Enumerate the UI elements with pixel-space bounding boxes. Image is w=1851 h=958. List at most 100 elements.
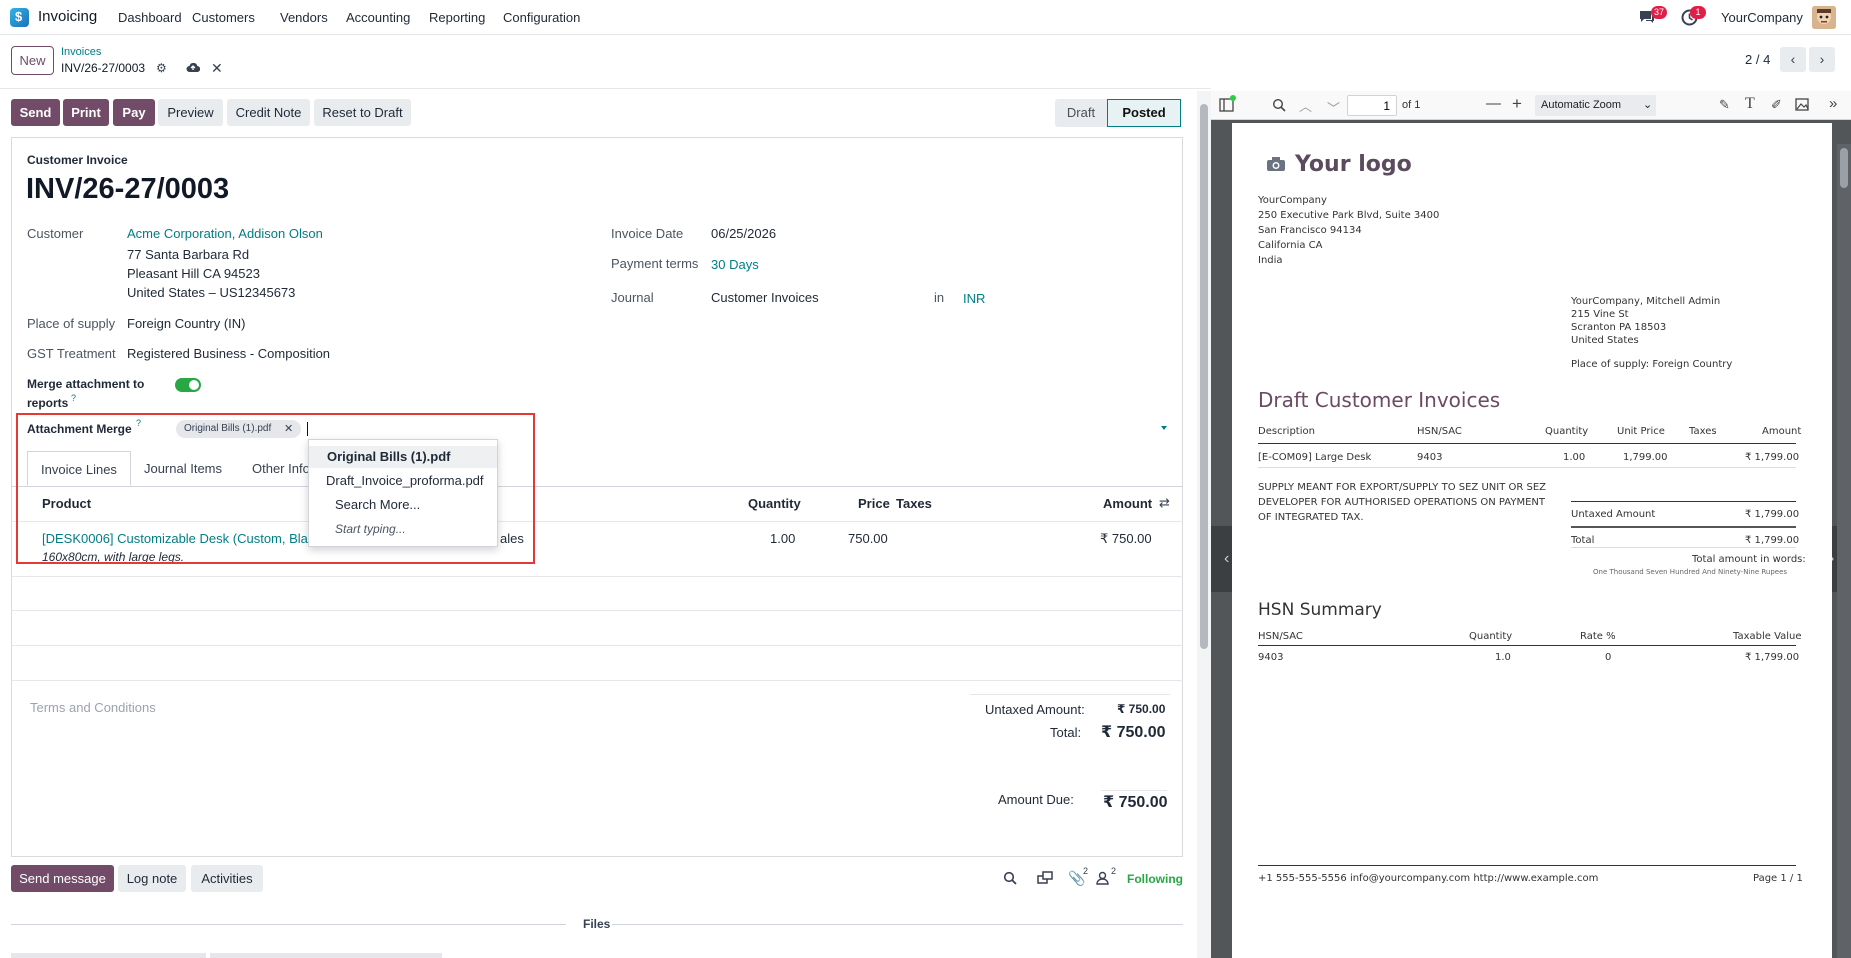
merge-attachment-label-2: reports: [27, 396, 69, 410]
user-avatar[interactable]: [1812, 6, 1836, 29]
untaxed-amount-label: Untaxed Amount:: [985, 702, 1085, 717]
layout-toggle-icon[interactable]: [1037, 871, 1053, 888]
pdf-search-icon[interactable]: [1272, 98, 1286, 115]
pdf-rule: [1258, 443, 1796, 444]
menu-customers[interactable]: Customers: [192, 10, 255, 25]
text-cursor: [307, 422, 308, 436]
document-type: Customer Invoice: [27, 153, 128, 167]
previous-page-icon[interactable]: ︿: [1299, 96, 1312, 115]
help-tooltip-icon[interactable]: ?: [71, 393, 76, 403]
top-navbar: Invoicing Dashboard Customers Vendors Ac…: [0, 0, 1851, 35]
payment-terms-field[interactable]: 30 Days: [711, 257, 759, 272]
save-cloud-icon[interactable]: [186, 61, 201, 76]
pdf-amount-in-words: One Thousand Seven Hundred And Ninety-Ni…: [1593, 568, 1788, 576]
dropdown-option[interactable]: Original Bills (1).pdf: [309, 446, 497, 468]
company-address-line: YourCompany: [1258, 195, 1327, 206]
activities-button[interactable]: Activities: [191, 865, 263, 892]
dropdown-option[interactable]: Draft_Invoice_proforma.pdf: [309, 470, 497, 492]
invoicing-app-icon[interactable]: [10, 8, 29, 27]
customer-field[interactable]: Acme Corporation, Addison Olson: [127, 226, 323, 241]
pdf-untaxed-label: Untaxed Amount: [1571, 509, 1656, 520]
zoom-select-value: Automatic Zoom: [1541, 99, 1622, 111]
reset-to-draft-button[interactable]: Reset to Draft: [314, 99, 411, 126]
highlight-pen-icon[interactable]: ✎: [1719, 97, 1730, 113]
following-button[interactable]: Following: [1127, 872, 1183, 886]
pdf-col-amount: Amount: [1762, 426, 1802, 437]
currency-in-label: in: [934, 290, 945, 305]
attachment-tag-label: Original Bills (1).pdf: [184, 423, 272, 434]
terms-and-conditions-field[interactable]: Terms and Conditions: [30, 700, 156, 715]
send-button[interactable]: Send: [11, 99, 60, 126]
help-tooltip-icon[interactable]: ?: [136, 418, 141, 428]
preview-button[interactable]: Preview: [158, 99, 223, 126]
print-button[interactable]: Print: [63, 99, 109, 126]
pager-previous-button[interactable]: ‹: [1780, 47, 1806, 72]
text-tool-icon[interactable]: T: [1745, 95, 1755, 113]
search-icon[interactable]: [1003, 871, 1017, 888]
credit-note-button[interactable]: Credit Note: [227, 99, 310, 126]
invoice-date-field[interactable]: 06/25/2026: [711, 226, 776, 241]
currency-field[interactable]: INR: [963, 291, 985, 306]
pdf-scrollbar[interactable]: [1837, 144, 1851, 958]
dropdown-caret-icon[interactable]: [1161, 426, 1167, 430]
zoom-out-icon[interactable]: —: [1486, 95, 1501, 112]
merge-attachment-toggle[interactable]: [175, 378, 201, 392]
gst-treatment-field[interactable]: Registered Business - Composition: [127, 346, 330, 361]
pdf-hsn-cell: ₹ 1,799.00: [1745, 652, 1800, 663]
discard-close-icon[interactable]: ✕: [211, 60, 223, 77]
line-price[interactable]: 750.00: [848, 531, 888, 546]
followers-icon[interactable]: [1096, 871, 1109, 888]
gear-icon[interactable]: ⚙: [156, 61, 167, 75]
pdf-scrollbar-thumb[interactable]: [1840, 148, 1848, 188]
page-number-input[interactable]: [1347, 95, 1397, 116]
pdf-rule: [1571, 526, 1796, 528]
company-switcher[interactable]: YourCompany: [1721, 10, 1803, 25]
pdf-row-description: [E-COM09] Large Desk: [1258, 452, 1372, 463]
menu-vendors[interactable]: Vendors: [280, 10, 328, 25]
table-row: [11, 610, 1183, 611]
column-amount[interactable]: Amount: [1103, 496, 1152, 511]
tab-other-info[interactable]: Other Info: [238, 451, 318, 486]
tab-invoice-lines[interactable]: Invoice Lines: [27, 451, 131, 486]
column-taxes[interactable]: Taxes: [896, 496, 932, 511]
line-quantity[interactable]: 1.00: [770, 531, 795, 546]
place-of-supply-field[interactable]: Foreign Country (IN): [127, 316, 245, 331]
zoom-select[interactable]: Automatic Zoom ⌄: [1535, 95, 1656, 116]
send-message-button[interactable]: Send message: [11, 865, 114, 892]
remove-tag-icon[interactable]: ✕: [284, 420, 293, 438]
status-draft[interactable]: Draft: [1055, 99, 1107, 127]
file-card[interactable]: [210, 953, 442, 958]
search-more-option[interactable]: Search More...: [309, 494, 497, 516]
new-button[interactable]: New: [11, 46, 54, 75]
pager-next-button[interactable]: ›: [1809, 47, 1835, 72]
column-price[interactable]: Price: [858, 496, 890, 511]
pdf-rule: [1258, 865, 1796, 866]
zoom-in-icon[interactable]: +: [1512, 94, 1522, 114]
pay-button[interactable]: Pay: [113, 99, 155, 126]
log-note-button[interactable]: Log note: [118, 865, 186, 892]
column-product[interactable]: Product: [42, 496, 91, 511]
menu-accounting[interactable]: Accounting: [346, 10, 410, 25]
line-product[interactable]: [DESK0006] Customizable Desk (Custom, Bl…: [42, 531, 321, 546]
form-scrollbar-thumb[interactable]: [1200, 104, 1208, 649]
form-scrollbar[interactable]: [1197, 91, 1211, 958]
next-page-icon[interactable]: ﹀: [1327, 98, 1340, 117]
status-posted[interactable]: Posted: [1107, 99, 1181, 127]
journal-field[interactable]: Customer Invoices: [711, 290, 819, 305]
tab-journal-items[interactable]: Journal Items: [131, 451, 235, 486]
draw-tool-icon[interactable]: ✐: [1771, 97, 1782, 113]
column-quantity[interactable]: Quantity: [748, 496, 801, 511]
image-tool-icon[interactable]: [1795, 98, 1809, 114]
file-card[interactable]: [11, 953, 206, 958]
pdf-rule: [1571, 547, 1796, 548]
activities-count-badge: 1: [1690, 6, 1706, 19]
tools-menu-icon[interactable]: »: [1829, 95, 1837, 112]
place-of-supply-label: Place of supply: [27, 316, 116, 331]
pager-value[interactable]: 2 / 4: [1745, 52, 1770, 67]
app-name[interactable]: Invoicing: [38, 8, 97, 25]
optional-columns-icon[interactable]: ⇄: [1159, 495, 1170, 511]
breadcrumb-invoices[interactable]: Invoices: [61, 46, 101, 58]
menu-configuration[interactable]: Configuration: [503, 10, 580, 25]
menu-reporting[interactable]: Reporting: [429, 10, 485, 25]
menu-dashboard[interactable]: Dashboard: [118, 10, 182, 25]
